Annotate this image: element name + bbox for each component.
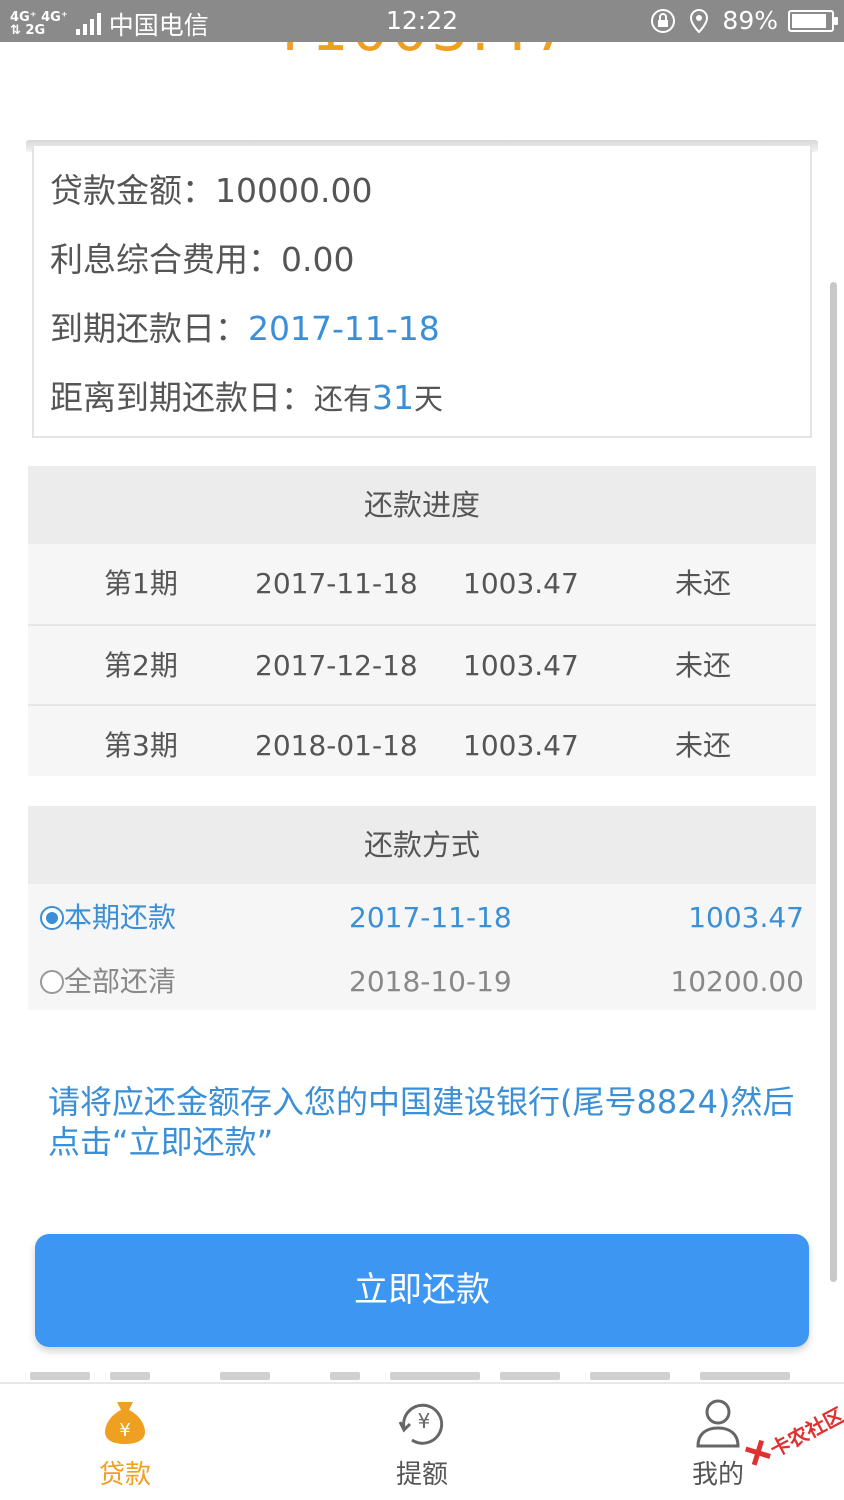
repayment-amount-header: ¥1003.47: [0, 42, 844, 62]
progress-row: 第1期 2017-11-18 1003.47 未还: [28, 544, 816, 624]
payment-option-date: 2018-10-19: [349, 965, 512, 998]
period-label: 第1期: [104, 567, 178, 600]
due-date-label: 到期还款日：: [50, 309, 248, 348]
payment-option-full[interactable]: 全部还清 2018-10-19 10200.00: [28, 950, 816, 1014]
hidden-text-peek: [30, 1370, 810, 1382]
progress-row: 第2期 2017-12-18 1003.47 未还: [28, 624, 816, 704]
fee-value: 0.00: [281, 240, 355, 279]
period-label: 第2期: [104, 649, 178, 682]
period-date: 2017-12-18: [255, 649, 418, 682]
period-amount: 1003.47: [463, 567, 579, 600]
period-date: 2017-11-18: [255, 567, 418, 600]
period-status: 未还: [675, 729, 732, 762]
remaining-days-row: 距离到期还款日：还有31天: [50, 371, 443, 419]
loan-amount-label: 贷款金额：: [50, 171, 215, 210]
remaining-days-label: 距离到期还款日：: [50, 378, 314, 417]
money-bag-icon: ¥: [105, 1402, 145, 1444]
radio-unselected-icon[interactable]: [40, 970, 64, 994]
yen-refresh-icon: ¥: [398, 1403, 444, 1445]
nav-item-loan[interactable]: ¥ 贷款: [45, 1384, 205, 1500]
repay-now-button[interactable]: 立即还款: [35, 1234, 809, 1347]
payment-option-date: 2017-11-18: [349, 901, 512, 934]
payment-method-section: 还款方式 本期还款 2017-11-18 1003.47 全部还清 2018-1…: [28, 806, 816, 1010]
nav-label-loan: 贷款: [98, 1460, 151, 1490]
payment-option-label: 本期还款: [64, 901, 177, 934]
remaining-prefix: 还有: [314, 382, 373, 416]
due-date-value: 2017-11-18: [248, 309, 440, 348]
payment-option-current[interactable]: 本期还款 2017-11-18 1003.47: [28, 886, 816, 950]
period-amount: 1003.47: [463, 729, 579, 762]
payment-method-title: 还款方式: [28, 806, 816, 884]
scrollbar[interactable]: [830, 282, 837, 1282]
status-right: 89%: [650, 6, 838, 35]
location-icon: [690, 8, 709, 33]
period-label: 第3期: [104, 729, 178, 762]
remaining-suffix: 天: [414, 382, 444, 416]
repayment-amount: ¥1003.47: [0, 42, 844, 62]
loan-amount-row: 贷款金额：10000.00: [50, 164, 372, 212]
loan-info-card: 贷款金额：10000.00 利息综合费用：0.00 到期还款日：2017-11-…: [32, 146, 812, 438]
remaining-days-value: 31: [372, 378, 415, 417]
period-status: 未还: [675, 649, 732, 682]
period-date: 2018-01-18: [255, 729, 418, 762]
status-bar: 4G⁺ 4G⁺ ⇅ 2G 中国电信 12:22 89%: [0, 0, 844, 42]
payment-option-amount: 1003.47: [688, 901, 804, 934]
battery-percent: 89%: [722, 6, 778, 35]
radio-selected-icon[interactable]: [40, 906, 64, 930]
fee-row: 利息综合费用：0.00: [50, 233, 354, 281]
deposit-notice: 请将应还金额存入您的中国建设银行(尾号8824)然后点击“立即还款”: [48, 1083, 795, 1161]
nav-item-raise-limit[interactable]: ¥ 提额: [342, 1384, 502, 1500]
progress-title: 还款进度: [28, 466, 816, 544]
period-amount: 1003.47: [463, 649, 579, 682]
battery-icon: [788, 9, 838, 32]
payment-option-label: 全部还清: [64, 965, 177, 998]
rotation-lock-icon: [651, 8, 676, 33]
svg-text:¥: ¥: [418, 1409, 431, 1433]
nav-label-raise-limit: 提额: [395, 1460, 448, 1490]
repayment-progress-section: 还款进度 第1期 2017-11-18 1003.47 未还 第2期 2017-…: [28, 466, 816, 776]
due-date-row: 到期还款日：2017-11-18: [50, 302, 440, 350]
progress-row: 第3期 2018-01-18 1003.47 未还: [28, 704, 816, 784]
period-status: 未还: [675, 567, 732, 600]
bottom-nav: ¥ 贷款 ¥ 提额 我的: [0, 1382, 844, 1500]
loan-amount-value: 10000.00: [215, 171, 373, 210]
payment-option-amount: 10200.00: [670, 965, 804, 998]
fee-label: 利息综合费用：: [50, 240, 281, 279]
svg-text:¥: ¥: [119, 1420, 130, 1441]
progress-table: 第1期 2017-11-18 1003.47 未还 第2期 2017-12-18…: [28, 544, 816, 784]
battery-level: [792, 13, 826, 28]
